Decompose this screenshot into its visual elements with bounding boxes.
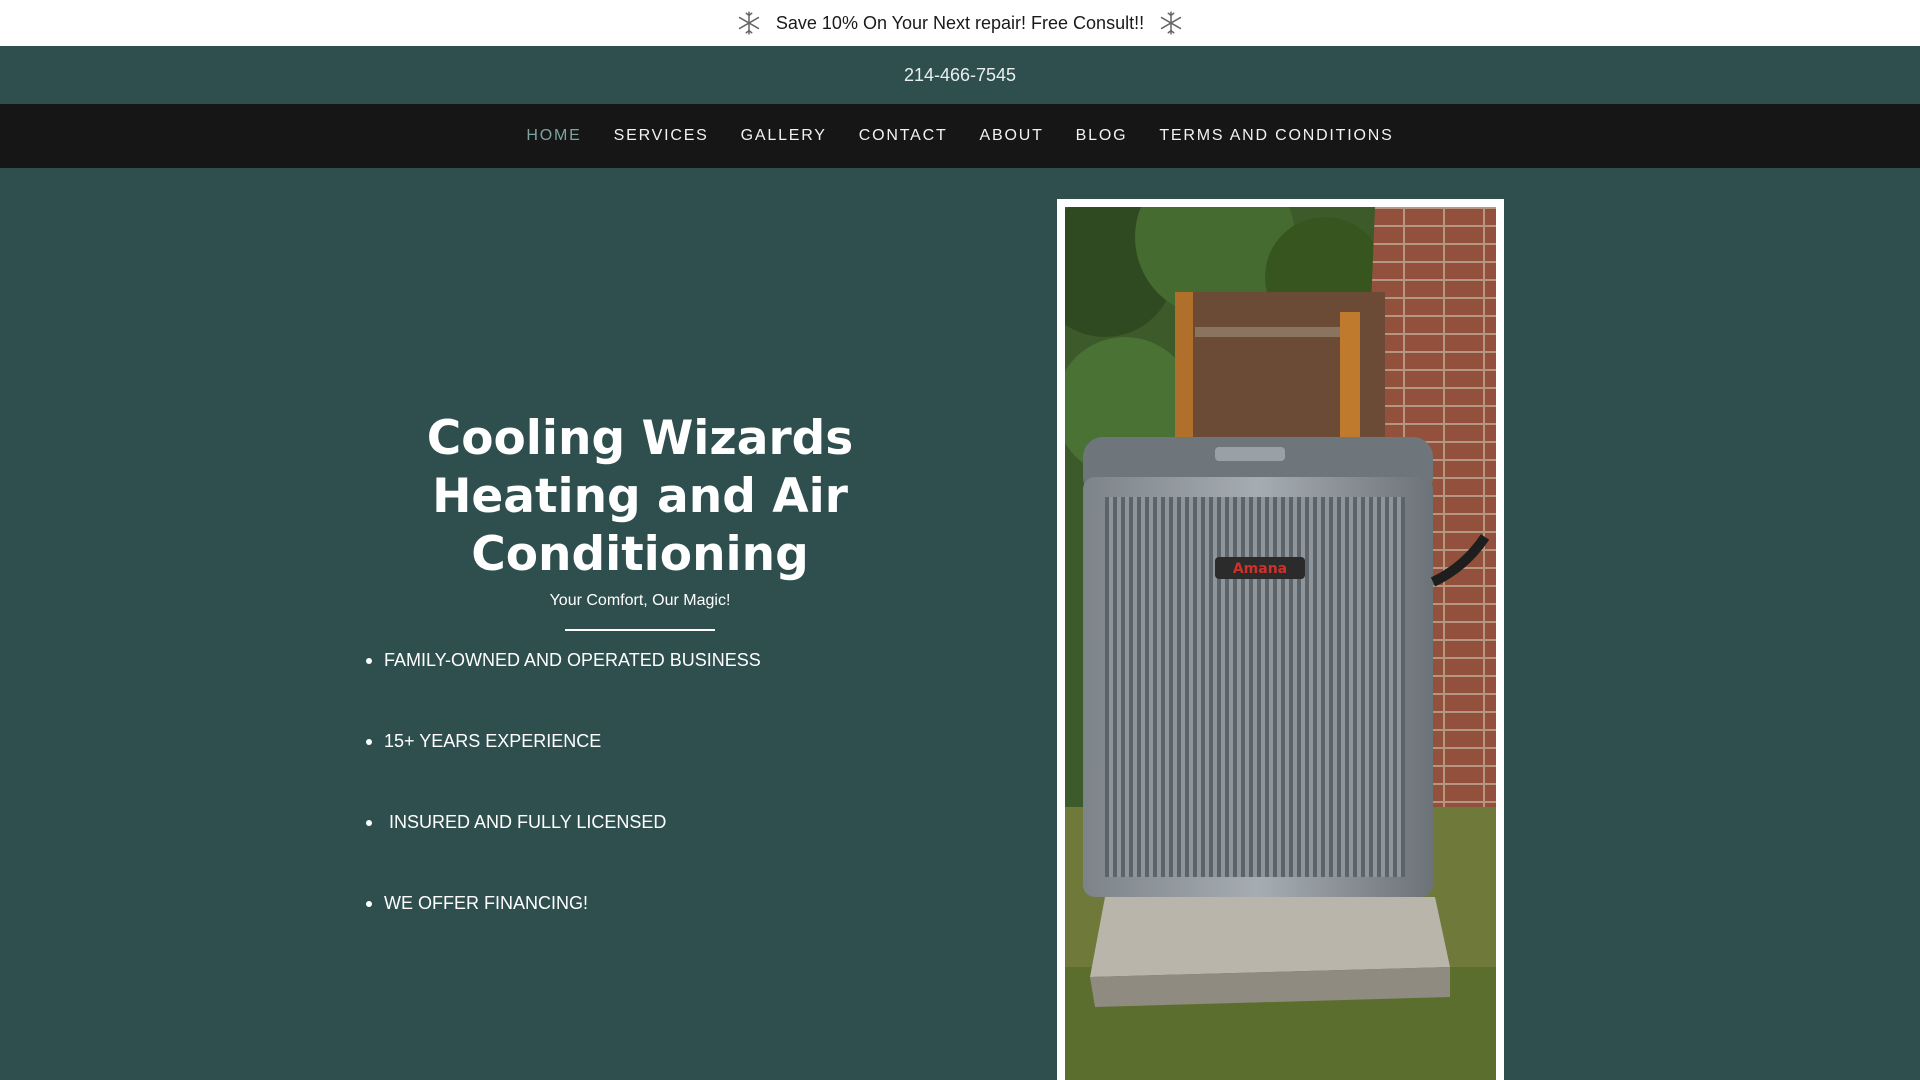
- nav-services[interactable]: SERVICES: [598, 127, 725, 145]
- hero-tagline: Your Comfort, Our Magic!: [549, 592, 731, 609]
- promo-text: Save 10% On Your Next repair! Free Consu…: [775, 12, 1145, 33]
- hero-section: Cooling Wizards Heating and Air Conditio…: [0, 168, 1920, 1080]
- phone-bar: 214-466-7545: [0, 46, 1920, 104]
- nav-terms[interactable]: TERMS AND CONDITIONS: [1143, 127, 1409, 145]
- feature-list: FAMILY-OWNED AND OPERATED BUSINESS 15+ Y…: [360, 646, 920, 970]
- feature-item: FAMILY-OWNED AND OPERATED BUSINESS: [360, 646, 920, 727]
- title-divider: [565, 629, 715, 631]
- promo-banner: Save 10% On Your Next repair! Free Consu…: [0, 0, 1920, 46]
- nav-blog[interactable]: BLOG: [1060, 127, 1144, 145]
- nav-about[interactable]: ABOUT: [964, 127, 1060, 145]
- snowflake-icon: [738, 11, 760, 35]
- nav-gallery[interactable]: GALLERY: [725, 127, 843, 145]
- feature-item: 15+ YEARS EXPERIENCE: [360, 727, 920, 808]
- feature-item: INSURED AND FULLY LICENSED: [360, 808, 920, 889]
- nav-contact[interactable]: CONTACT: [843, 127, 964, 145]
- feature-item: WE OFFER FINANCING!: [360, 889, 920, 970]
- ac-unit-illustration: Amana: [1065, 207, 1496, 1080]
- phone-link[interactable]: 214-466-7545: [904, 65, 1016, 86]
- hero-title: Cooling Wizards Heating and Air Conditio…: [426, 411, 854, 582]
- air-conditioner-unit-photo: Amana: [1065, 207, 1496, 1080]
- nav-home[interactable]: HOME: [510, 127, 597, 145]
- snowflake-icon: [1160, 11, 1182, 35]
- svg-text:Amana: Amana: [1233, 561, 1287, 577]
- main-nav: HOME SERVICES GALLERY CONTACT ABOUT BLOG…: [0, 104, 1920, 168]
- hero-image-frame: Amana: [1057, 199, 1504, 1080]
